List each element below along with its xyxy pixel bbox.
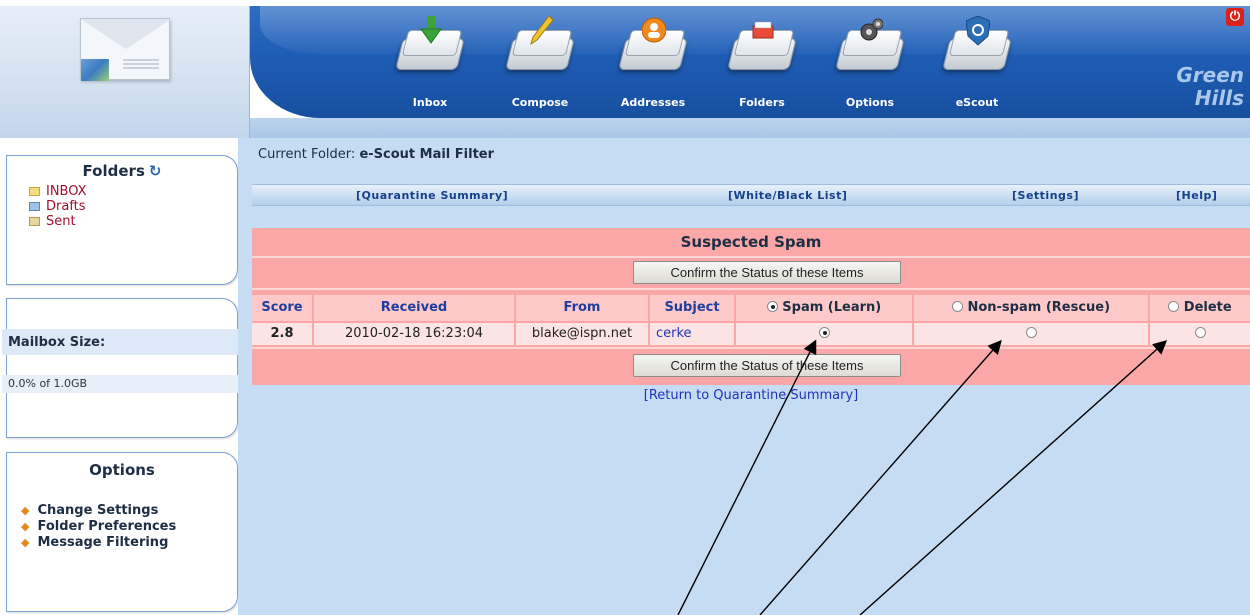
col-score: Score (252, 295, 312, 321)
envelope-logo-icon (80, 18, 171, 81)
white-black-list-link[interactable]: [White/Black List] (728, 189, 847, 202)
current-folder: Current Folder: e-Scout Mail Filter (258, 147, 495, 162)
drafts-folder-icon (29, 202, 40, 211)
refresh-icon[interactable]: ↻ (149, 162, 162, 180)
compose-icon (503, 16, 577, 76)
options-title: Options (89, 461, 155, 479)
brand-name: Green Hills (1176, 63, 1244, 110)
header: Inbox Compose Addresses Folders Options (0, 6, 1250, 138)
options-icon (833, 16, 907, 76)
nav-options[interactable]: Options (825, 16, 915, 116)
escout-icon (940, 16, 1014, 76)
sidebar-option-change-settings[interactable]: ◆ Change Settings (21, 503, 237, 519)
inbox-folder-icon (29, 187, 40, 196)
sidebar-item-inbox[interactable]: INBOX (29, 184, 237, 199)
row-spam-radio[interactable] (818, 327, 830, 338)
suspected-spam-panel: Suspected Spam Confirm the Status of the… (252, 228, 1250, 385)
col-nonspam-rescue[interactable]: Non-spam (Rescue) (914, 295, 1148, 321)
mailbox-size-label: Mailbox Size: (2, 329, 238, 355)
row-score: 2.8 (252, 323, 312, 345)
bullet-icon: ◆ (21, 504, 30, 517)
row-from: blake@ispn.net (516, 323, 648, 345)
col-from: From (516, 295, 648, 321)
row-received: 2010-02-18 16:23:04 (314, 323, 514, 345)
options-panel: Options ◆ Change Settings ◆ Folder Prefere… (6, 452, 238, 612)
bullet-icon: ◆ (21, 520, 30, 533)
folders-panel: Folders ↻ INBOX Drafts Sent (6, 155, 238, 285)
select-all-delete-radio[interactable] (1168, 301, 1180, 312)
nav-addresses[interactable]: Addresses (608, 16, 698, 116)
col-subject: Subject (650, 295, 734, 321)
quarantine-summary-link[interactable]: [Quarantine Summary] (356, 189, 508, 202)
settings-link[interactable]: [Settings] (1012, 189, 1079, 202)
select-all-nonspam-radio[interactable] (951, 301, 963, 312)
row-delete-radio[interactable] (1194, 327, 1206, 338)
mailbox-panel: Mailbox Size: 0.0% of 1.0GB (2, 298, 238, 438)
nav-compose[interactable]: Compose (495, 16, 585, 116)
nav-inbox[interactable]: Inbox (385, 16, 475, 116)
confirm-status-button-bottom[interactable]: Confirm the Status of these Items (633, 354, 901, 377)
mailbox-size-value: 0.0% of 1.0GB (2, 375, 238, 393)
escout-subnav: [Quarantine Summary] [White/Black List] … (252, 184, 1250, 206)
inbox-icon (393, 16, 467, 76)
help-link[interactable]: [Help] (1176, 189, 1217, 202)
return-to-quarantine-link[interactable]: [Return to Quarantine Summary] (252, 388, 1250, 403)
folders-title: Folders ↻ (82, 162, 162, 180)
folders-icon (725, 16, 799, 76)
nav-folders[interactable]: Folders (717, 16, 807, 116)
sent-folder-icon (29, 217, 40, 226)
main-content: Current Folder: e-Scout Mail Filter [Qua… (238, 138, 1250, 615)
nav-escout[interactable]: eScout (932, 16, 1022, 116)
row-nonspam-radio[interactable] (1025, 327, 1037, 338)
sidebar-option-folder-preferences[interactable]: ◆ Folder Preferences (21, 519, 237, 535)
sidebar-item-drafts[interactable]: Drafts (29, 199, 237, 214)
select-all-spam-radio[interactable] (766, 301, 778, 312)
col-delete[interactable]: Delete (1150, 295, 1250, 321)
sidebar-option-message-filtering[interactable]: ◆ Message Filtering (21, 535, 237, 551)
power-icon[interactable]: ⏻ (1226, 8, 1244, 26)
sidebar-item-sent[interactable]: Sent (29, 214, 237, 229)
col-spam-learn[interactable]: Spam (Learn) (736, 295, 912, 321)
addresses-icon (616, 16, 690, 76)
row-subject-link[interactable]: cerke (650, 323, 734, 345)
confirm-status-button-top[interactable]: Confirm the Status of these Items (633, 261, 901, 284)
col-received: Received (314, 295, 514, 321)
suspected-spam-title: Suspected Spam (680, 233, 822, 251)
logo-area (0, 6, 250, 138)
bullet-icon: ◆ (21, 536, 30, 549)
